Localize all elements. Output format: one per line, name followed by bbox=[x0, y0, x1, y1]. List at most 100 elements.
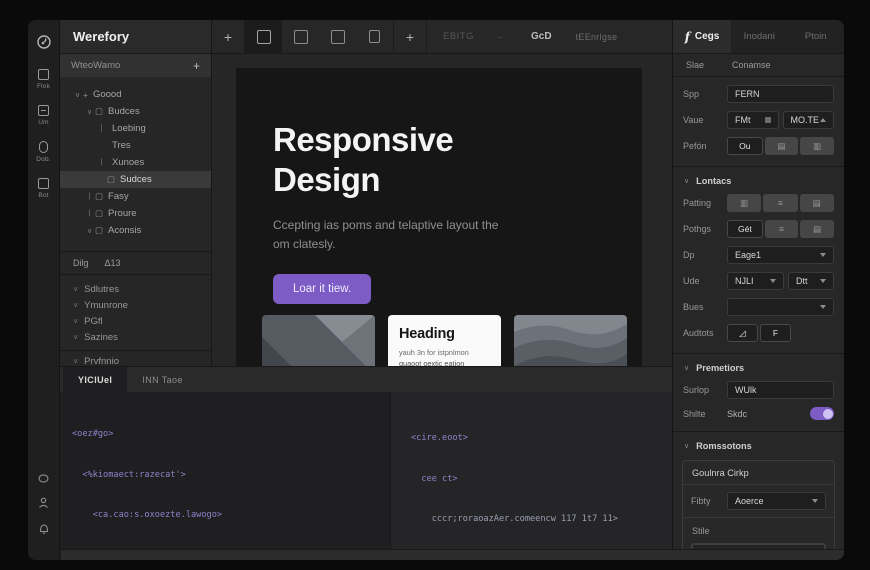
dp-select-value: Eage1 bbox=[735, 250, 820, 260]
rail-item-dob[interactable]: Dob. bbox=[36, 141, 51, 163]
surlop-input[interactable]: WUlk bbox=[727, 381, 834, 399]
assets-tab-a13[interactable]: Δ13 bbox=[105, 258, 121, 268]
inspector-tab-ptoin[interactable]: Ptoin bbox=[788, 20, 845, 53]
asset-group[interactable]: ∨PGfl bbox=[60, 313, 211, 329]
patting-option-2-icon[interactable]: ≡ bbox=[763, 194, 797, 212]
vaue-select-1[interactable]: FMt bbox=[727, 111, 779, 129]
app-logo-icon[interactable] bbox=[36, 29, 52, 54]
section-title: Premetiors bbox=[696, 363, 744, 373]
fibty-select[interactable]: Aoerce bbox=[727, 492, 826, 510]
zoom-level[interactable]: GcD bbox=[531, 31, 552, 42]
card-waves[interactable] bbox=[514, 315, 627, 366]
ude-label: Ude bbox=[683, 276, 727, 286]
ude-select-2[interactable]: Dtt bbox=[788, 272, 834, 290]
section-premetiors[interactable]: ∨ Premetiors bbox=[673, 353, 844, 373]
rail-item-flok[interactable]: Flok bbox=[37, 69, 50, 90]
chevron-down-icon: ∨ bbox=[73, 285, 78, 293]
pothgs-option-2-icon[interactable]: ≡ bbox=[765, 220, 799, 238]
rail-item-um[interactable]: Um bbox=[38, 105, 49, 126]
subtab-conamse[interactable]: Conamse bbox=[732, 60, 771, 70]
card-geometric[interactable] bbox=[262, 315, 375, 366]
pages-row[interactable]: WteoWamo + bbox=[60, 54, 211, 77]
tool-frame[interactable] bbox=[282, 20, 319, 54]
left-rail: Flok Um Dob. Bot bbox=[28, 20, 60, 560]
dp-select[interactable]: Eage1 bbox=[727, 246, 834, 264]
dp-row: Dp Eage1 bbox=[673, 246, 844, 264]
pothgs-option-3-icon[interactable]: ▤ bbox=[800, 220, 834, 238]
fibty-row: Fibty Aoerce bbox=[683, 492, 834, 518]
inspector-tab-inodani[interactable]: Inodani bbox=[731, 20, 788, 53]
layer-row[interactable]: ∨▢Budces bbox=[60, 103, 211, 120]
align-left-icon[interactable]: ▤ bbox=[765, 137, 799, 155]
pefon-option-ou[interactable]: Ou bbox=[727, 137, 763, 155]
shilte-label: Shilte bbox=[683, 409, 727, 419]
artboard[interactable]: Responsive Design Ccepting ias poms and … bbox=[236, 68, 642, 366]
shape-icon bbox=[39, 141, 48, 153]
chevron-down-icon[interactable]: ∨ bbox=[72, 91, 83, 99]
asset-group[interactable]: ∨Prvfnnio bbox=[60, 350, 211, 366]
circle-icon[interactable] bbox=[38, 473, 49, 484]
code-editor[interactable]: <oez#go> <%kiomaect:razecat'> <ca.cao:s.… bbox=[60, 392, 672, 560]
layer-row-selected[interactable]: ▢Sudces bbox=[60, 171, 211, 188]
audtots-option-2-icon[interactable]: F bbox=[760, 324, 791, 342]
tool-slice[interactable] bbox=[319, 20, 356, 54]
code-line: cee ct> bbox=[411, 473, 672, 487]
audtots-option-1-icon[interactable]: ◿ bbox=[727, 324, 758, 342]
shilte-toggle[interactable] bbox=[810, 407, 834, 420]
card-text-line: yauh 3n for istpnlmon bbox=[399, 347, 490, 358]
patting-option-3-icon[interactable]: ▤ bbox=[800, 194, 834, 212]
rail-item-bot[interactable]: Bot bbox=[38, 178, 49, 199]
chevron-down-icon[interactable]: ∨ bbox=[84, 227, 95, 235]
tool-rect-active[interactable] bbox=[245, 20, 282, 54]
asset-group[interactable]: ∨Sazines bbox=[60, 329, 211, 345]
bues-label: Bues bbox=[683, 302, 727, 312]
section-romssotons[interactable]: ∨ Romssotons bbox=[673, 431, 844, 451]
add-element-button[interactable]: + bbox=[394, 29, 426, 45]
layer-row[interactable]: ∨+Goood bbox=[60, 86, 211, 103]
code-tab[interactable]: INN Taoe bbox=[127, 367, 198, 392]
hero-cta-button[interactable]: Loar it tiew. bbox=[273, 274, 371, 304]
code-line: <%kiomaect:razecat'> bbox=[72, 469, 390, 483]
asset-group[interactable]: ∨Sdlutres bbox=[60, 281, 211, 297]
chevron-down-icon: ∨ bbox=[684, 177, 689, 185]
code-column-left[interactable]: <oez#go> <%kiomaect:razecat'> <ca.cao:s.… bbox=[60, 392, 390, 560]
ude-select-1[interactable]: NJLI bbox=[727, 272, 784, 290]
align-right-icon[interactable]: ▥ bbox=[800, 137, 834, 155]
subtab-slae[interactable]: Slae bbox=[686, 60, 704, 70]
patting-option-1-icon[interactable]: ▥ bbox=[727, 194, 761, 212]
tool-shape[interactable] bbox=[356, 20, 393, 54]
layer-tree: ∨+Goood ∨▢Budces |Loebing Tres |Xunoes ▢… bbox=[60, 77, 211, 239]
assets-header: Dilg Δ13 bbox=[60, 252, 211, 275]
bues-select[interactable] bbox=[727, 298, 834, 316]
assets-panel: Dilg Δ13 ∨Sdlutres ∨Ymunrone ∨PGfl ∨Sazi… bbox=[60, 251, 211, 366]
layer-row[interactable]: |▢Proure bbox=[60, 205, 211, 222]
layer-label: Aconsis bbox=[108, 225, 141, 236]
canvas-viewport[interactable]: Responsive Design Ccepting ias poms and … bbox=[212, 54, 672, 366]
code-tab-active[interactable]: YIClUel bbox=[63, 367, 127, 392]
frame-icon bbox=[294, 30, 308, 44]
chevron-down-icon bbox=[770, 279, 776, 283]
brand-f-icon: f bbox=[685, 30, 690, 44]
layer-row[interactable]: |▢Fasy bbox=[60, 188, 211, 205]
user-icon[interactable] bbox=[38, 497, 49, 509]
layer-row[interactable]: ∨▢Aconsis bbox=[60, 222, 211, 239]
code-column-right[interactable]: <cire.eoot> cee ct> cccr;roraoazAer.come… bbox=[390, 392, 672, 560]
layer-row[interactable]: Tres bbox=[60, 137, 211, 154]
assets-tab-dilg[interactable]: Dilg bbox=[73, 258, 89, 268]
breakpoint-select[interactable]: EBITG – bbox=[443, 31, 503, 42]
pothgs-option-get[interactable]: Gét bbox=[727, 220, 763, 238]
layer-row[interactable]: |Xunoes bbox=[60, 154, 211, 171]
add-page-button[interactable]: + bbox=[193, 59, 200, 73]
bell-icon[interactable] bbox=[38, 522, 50, 534]
card-heading[interactable]: Heading yauh 3n for istpnlmon quaoot oex… bbox=[388, 315, 501, 366]
layer-type-icon: ▢ bbox=[107, 174, 115, 185]
layer-row[interactable]: |Loebing bbox=[60, 120, 211, 137]
inspector-tab-cegs[interactable]: f Cegs bbox=[673, 20, 731, 53]
add-frame-button[interactable]: + bbox=[212, 29, 244, 45]
vaue-select-2[interactable]: MO.TE bbox=[783, 111, 835, 129]
layer-type-icon: + bbox=[83, 90, 88, 100]
section-lontacs[interactable]: ∨ Lontacs bbox=[673, 166, 844, 186]
spp-input[interactable]: FERN bbox=[727, 85, 834, 103]
asset-group[interactable]: ∨Ymunrone bbox=[60, 297, 211, 313]
chevron-down-icon[interactable]: ∨ bbox=[84, 108, 95, 116]
